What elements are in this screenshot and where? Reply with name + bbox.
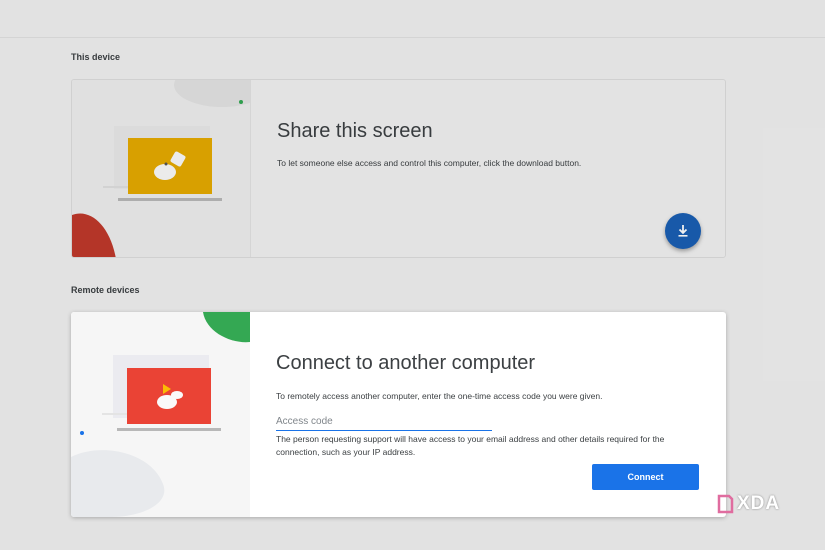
section-label-remote-devices: Remote devices <box>71 285 140 295</box>
connect-button[interactable]: Connect <box>592 464 699 490</box>
download-icon <box>678 225 688 237</box>
xda-watermark-text: XDA <box>737 493 781 514</box>
section-label-this-device: This device <box>71 52 121 62</box>
connect-content: Connect to another computer To remotely … <box>276 312 726 517</box>
xda-logo-icon <box>717 494 734 514</box>
privacy-note: The person requesting support will have … <box>276 434 665 457</box>
access-code-field <box>276 411 492 431</box>
share-screen-card: Share this screen To let someone else ac… <box>71 79 726 258</box>
xda-watermark: XDA <box>716 492 796 516</box>
connect-title: Connect to another computer <box>276 352 536 374</box>
access-code-input[interactable] <box>276 412 492 431</box>
share-screen-illustration <box>72 80 251 257</box>
download-button[interactable] <box>665 213 701 249</box>
share-screen-content: Share this screen To let someone else ac… <box>277 80 725 257</box>
connect-description: To remotely access another computer, ent… <box>276 391 603 401</box>
connect-card: Connect to another computer To remotely … <box>71 312 726 517</box>
share-screen-description: To let someone else access and control t… <box>277 158 582 168</box>
connect-illustration <box>71 312 250 517</box>
top-bar <box>0 0 825 38</box>
share-screen-title: Share this screen <box>277 120 433 142</box>
